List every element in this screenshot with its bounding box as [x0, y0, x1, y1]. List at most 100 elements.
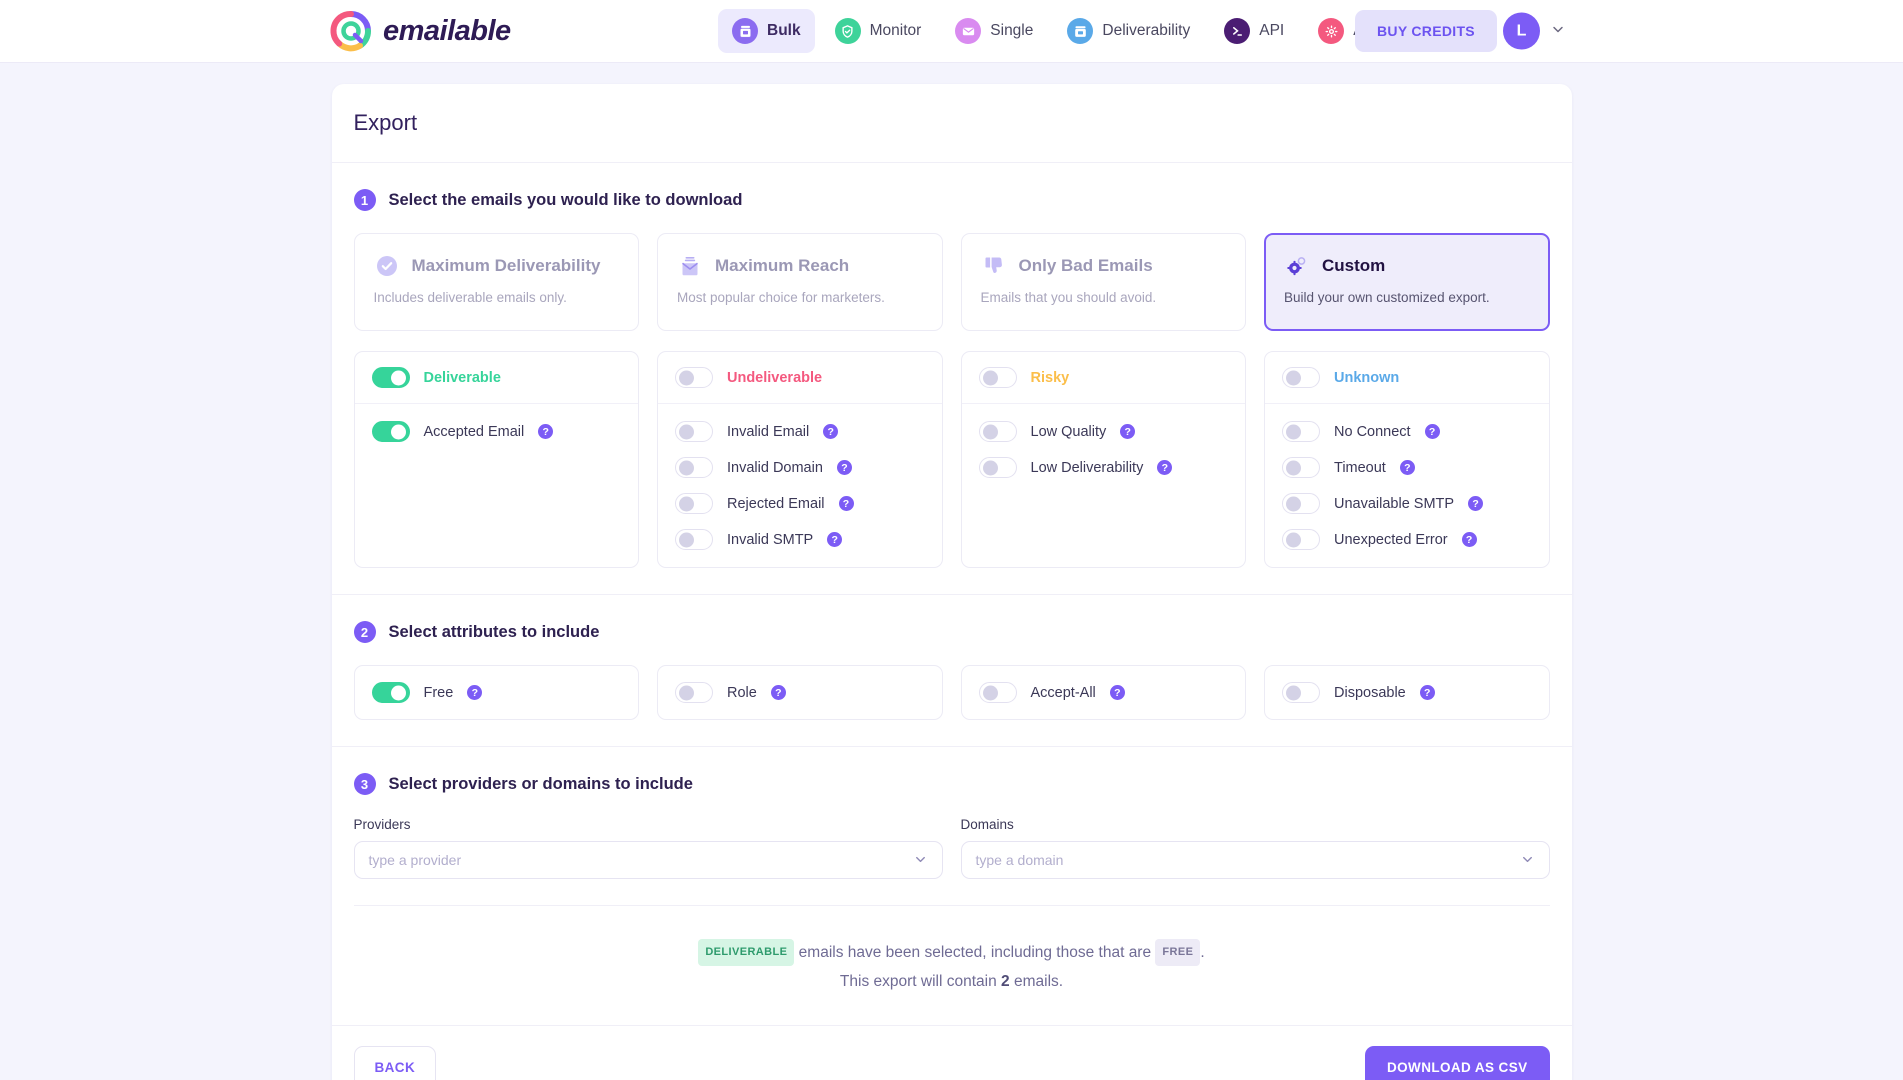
preset-cards: Maximum Deliverability Includes delivera…: [354, 233, 1550, 331]
toggle-group-label: Undeliverable: [727, 370, 822, 386]
toggle-row-invalid-domain: Invalid Domain ?: [675, 454, 925, 481]
toggle-no-connect[interactable]: [1282, 421, 1320, 442]
gear-icon: [1318, 18, 1344, 44]
emailable-logo-icon: [330, 10, 372, 52]
domains-placeholder: type a domain: [976, 852, 1520, 868]
attribute-role: Role ?: [657, 665, 943, 720]
help-icon[interactable]: ?: [1420, 685, 1435, 700]
attribute-label: Accept-All: [1031, 685, 1096, 701]
buy-credits-button[interactable]: BUY CREDITS: [1355, 10, 1497, 52]
nav-item-deliverability[interactable]: Deliverability: [1053, 9, 1204, 53]
toggle-group-header: Deliverable: [355, 352, 639, 404]
step-1-title: Select the emails you would like to down…: [389, 191, 743, 210]
toggle-invalid-smtp[interactable]: [675, 529, 713, 550]
toggle-role[interactable]: [675, 682, 713, 703]
toggle-row-unexpected-error: Unexpected Error ?: [1282, 526, 1532, 553]
toggle-unknown[interactable]: [1282, 367, 1320, 388]
panel-footer: BACK DOWNLOAD AS CSV: [332, 1025, 1572, 1080]
panel-header: Export: [332, 84, 1572, 163]
account-menu[interactable]: L: [1503, 13, 1566, 50]
toggle-row-label: Invalid Email: [727, 424, 809, 440]
provider-domain-selectors: Providers type a provider Domains type a…: [354, 817, 1550, 879]
download-as-csv-button[interactable]: DOWNLOAD AS CSV: [1365, 1046, 1550, 1080]
toggle-low-deliverability[interactable]: [979, 457, 1017, 478]
toggle-deliverable[interactable]: [372, 367, 410, 388]
nav-label-deliverability: Deliverability: [1102, 22, 1190, 40]
preset-card-maximum-reach[interactable]: Maximum Reach Most popular choice for ma…: [657, 233, 943, 331]
preset-card-custom[interactable]: Custom Build your own customized export.: [1264, 233, 1550, 331]
toggle-row-label: No Connect: [1334, 424, 1411, 440]
inbox-icon: [732, 18, 758, 44]
toggle-disposable[interactable]: [1282, 682, 1320, 703]
help-icon[interactable]: ?: [839, 496, 854, 511]
preset-name: Maximum Deliverability: [412, 256, 601, 276]
toggle-invalid-email[interactable]: [675, 421, 713, 442]
toggle-invalid-domain[interactable]: [675, 457, 713, 478]
toggle-group-undeliverable: Undeliverable Invalid Email ? Invalid Do…: [657, 351, 943, 568]
help-icon[interactable]: ?: [538, 424, 553, 439]
toggle-row-invalid-smtp: Invalid SMTP ?: [675, 526, 925, 553]
export-panel: Export 1 Select the emails you would lik…: [332, 84, 1572, 1080]
toggle-unexpected-error[interactable]: [1282, 529, 1320, 550]
chevron-down-icon: [913, 852, 928, 869]
nav-label-single: Single: [990, 22, 1033, 40]
help-icon[interactable]: ?: [1120, 424, 1135, 439]
toggle-group-label: Risky: [1031, 370, 1070, 386]
help-icon[interactable]: ?: [837, 460, 852, 475]
preset-name: Only Bad Emails: [1019, 256, 1153, 276]
toggle-row-label: Invalid SMTP: [727, 532, 813, 548]
step-3-title: Select providers or domains to include: [389, 775, 693, 794]
preset-name: Custom: [1322, 256, 1385, 276]
nav-item-single[interactable]: Single: [941, 9, 1047, 53]
toggle-row-invalid-email: Invalid Email ?: [675, 418, 925, 445]
help-icon[interactable]: ?: [1400, 460, 1415, 475]
toggle-row-unavailable-smtp: Unavailable SMTP ?: [1282, 490, 1532, 517]
toggle-row-label: Unexpected Error: [1334, 532, 1448, 548]
preset-card-only-bad-emails[interactable]: Only Bad Emails Emails that you should a…: [961, 233, 1247, 331]
page-title: Export: [354, 110, 1550, 136]
status-toggle-groups: Deliverable Accepted Email ? Undel: [354, 351, 1550, 568]
nav-item-bulk[interactable]: Bulk: [718, 9, 815, 53]
preset-card-maximum-deliverability[interactable]: Maximum Deliverability Includes delivera…: [354, 233, 640, 331]
toggle-low-quality[interactable]: [979, 421, 1017, 442]
toggle-row-label: Timeout: [1334, 460, 1386, 476]
toggle-accept-all[interactable]: [979, 682, 1017, 703]
toggle-timeout[interactable]: [1282, 457, 1320, 478]
providers-select[interactable]: type a provider: [354, 841, 943, 879]
shield-check-icon: [835, 18, 861, 44]
help-icon[interactable]: ?: [1110, 685, 1125, 700]
toggle-risky[interactable]: [979, 367, 1017, 388]
toggle-group-body: Low Quality ? Low Deliverability ?: [962, 404, 1246, 495]
help-icon[interactable]: ?: [1157, 460, 1172, 475]
help-icon[interactable]: ?: [1468, 496, 1483, 511]
help-icon[interactable]: ?: [1425, 424, 1440, 439]
help-icon[interactable]: ?: [467, 685, 482, 700]
help-icon[interactable]: ?: [1462, 532, 1477, 547]
toggle-unavailable-smtp[interactable]: [1282, 493, 1320, 514]
toggle-free[interactable]: [372, 682, 410, 703]
domains-select[interactable]: type a domain: [961, 841, 1550, 879]
toggle-accepted-email[interactable]: [372, 421, 410, 442]
help-icon[interactable]: ?: [827, 532, 842, 547]
back-button[interactable]: BACK: [354, 1046, 437, 1080]
archive-icon: [1067, 18, 1093, 44]
domains-label: Domains: [961, 817, 1550, 832]
help-icon[interactable]: ?: [771, 685, 786, 700]
toggle-group-body: No Connect ? Timeout ? Unavailable SMTP …: [1265, 404, 1549, 567]
envelope-icon: [955, 18, 981, 44]
attribute-tiles: Free ? Role ? Accept-All ? Disposable ?: [354, 665, 1550, 720]
brand-logo[interactable]: emailable: [330, 10, 511, 52]
status-badge-free: FREE: [1155, 939, 1200, 966]
nav-item-api[interactable]: API: [1210, 9, 1298, 53]
attribute-disposable: Disposable ?: [1264, 665, 1550, 720]
toggle-rejected-email[interactable]: [675, 493, 713, 514]
attribute-label: Role: [727, 685, 757, 701]
nav-item-monitor[interactable]: Monitor: [821, 9, 936, 53]
main-nav: Bulk Monitor Single Deliverability API: [718, 9, 1411, 53]
help-icon[interactable]: ?: [823, 424, 838, 439]
toggle-row-low-deliverability: Low Deliverability ?: [979, 454, 1229, 481]
preset-desc: Build your own customized export.: [1284, 290, 1530, 305]
terminal-icon: [1224, 18, 1250, 44]
toggle-row-accepted-email: Accepted Email ?: [372, 418, 622, 445]
toggle-undeliverable[interactable]: [675, 367, 713, 388]
